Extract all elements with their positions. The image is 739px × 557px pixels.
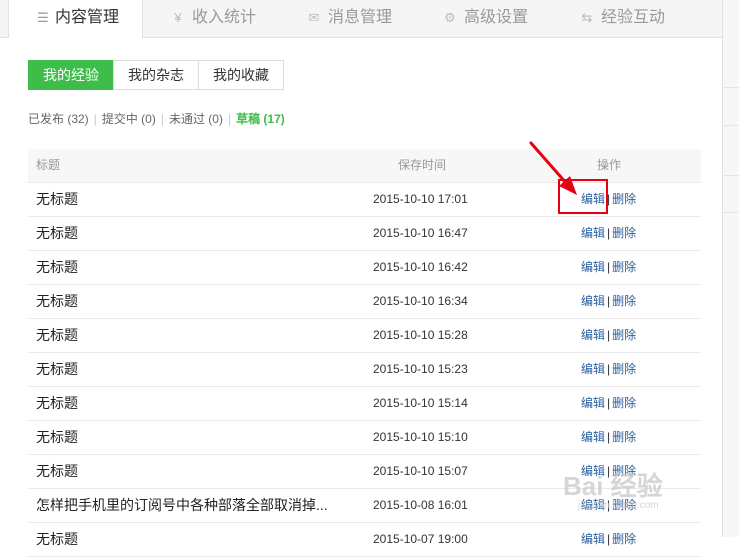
yen-icon: ¥ xyxy=(174,10,182,25)
edit-link[interactable]: 编辑 xyxy=(581,328,605,342)
header-title: 标题 xyxy=(36,158,61,172)
filter-published[interactable]: 已发布 (32) xyxy=(28,112,89,126)
row-save-time: 2015-10-07 19:00 xyxy=(373,532,468,546)
edit-link[interactable]: 编辑 xyxy=(581,294,605,308)
row-title: 无标题 xyxy=(36,395,78,411)
delete-link[interactable]: 删除 xyxy=(612,260,636,274)
tab-label: 收入统计 xyxy=(192,9,257,26)
delete-link[interactable]: 删除 xyxy=(612,532,636,546)
row-save-time: 2015-10-10 15:14 xyxy=(373,396,468,410)
row-save-time: 2015-10-10 15:23 xyxy=(373,362,468,376)
action-separator: | xyxy=(607,328,611,342)
delete-link[interactable]: 删除 xyxy=(612,192,636,206)
row-actions: 编辑 | 删除 xyxy=(581,251,636,284)
row-title: 无标题 xyxy=(36,259,78,275)
action-separator: | xyxy=(607,260,611,274)
tab-message-management[interactable]: ✉ 消息管理 xyxy=(306,0,392,37)
action-separator: | xyxy=(607,396,611,410)
action-separator: | xyxy=(607,532,611,546)
table-row: 无标题 2015-10-10 15:10 编辑 | 删除 xyxy=(28,421,701,455)
subtab-my-experience[interactable]: 我的经验 xyxy=(28,60,114,90)
row-title: 无标题 xyxy=(36,531,78,547)
row-title: 无标题 xyxy=(36,361,78,377)
row-actions: 编辑 | 删除 xyxy=(581,523,636,556)
row-save-time: 2015-10-10 15:10 xyxy=(373,430,468,444)
row-save-time: 2015-10-10 16:34 xyxy=(373,294,468,308)
table-header: 标题 保存时间 操作 xyxy=(28,149,701,183)
delete-link[interactable]: 删除 xyxy=(612,328,636,342)
subtab-my-favorites[interactable]: 我的收藏 xyxy=(198,60,284,90)
table-row: 无标题 2015-10-10 16:34 编辑 | 删除 xyxy=(28,285,701,319)
sub-tabs: 我的经验 我的杂志 我的收藏 xyxy=(28,60,284,90)
tab-label: 内容管理 xyxy=(55,9,120,26)
row-title: 无标题 xyxy=(36,293,78,309)
gear-icon: ⚙ xyxy=(444,10,456,25)
tab-advanced-settings[interactable]: ⚙ 高级设置 xyxy=(442,0,528,37)
filter-separator: | xyxy=(227,112,232,126)
filter-submitting[interactable]: 提交中 (0) xyxy=(102,112,156,126)
row-actions: 编辑 | 删除 xyxy=(581,217,636,250)
row-title: 无标题 xyxy=(36,225,78,241)
header-actions: 操作 xyxy=(597,158,622,172)
delete-link[interactable]: 删除 xyxy=(612,294,636,308)
row-title: 无标题 xyxy=(36,327,78,343)
row-save-time: 2015-10-10 16:47 xyxy=(373,226,468,240)
edit-link[interactable]: 编辑 xyxy=(581,396,605,410)
edit-link[interactable]: 编辑 xyxy=(581,532,605,546)
row-save-time: 2015-10-10 17:01 xyxy=(373,192,468,206)
table-row: 无标题 2015-10-10 16:42 编辑 | 删除 xyxy=(28,251,701,285)
tab-label: 经验互动 xyxy=(601,9,666,26)
tab-content-management[interactable]: ☰ 内容管理 xyxy=(8,0,143,38)
delete-link[interactable]: 删除 xyxy=(612,430,636,444)
exchange-icon: ⇆ xyxy=(581,10,593,25)
table-row: 无标题 2015-10-10 16:47 编辑 | 删除 xyxy=(28,217,701,251)
list-icon: ☰ xyxy=(37,10,49,25)
top-tab-bar: ☰ 内容管理 ¥ 收入统计 ✉ 消息管理 ⚙ 高级设置 ⇆ 经验互动 xyxy=(0,0,722,38)
edit-link[interactable]: 编辑 xyxy=(581,260,605,274)
edit-link[interactable]: 编辑 xyxy=(581,226,605,240)
status-filters: 已发布 (32) | 提交中 (0) | 未通过 (0) | 草稿 (17) xyxy=(28,110,285,127)
delete-link[interactable]: 删除 xyxy=(612,396,636,410)
tab-label: 消息管理 xyxy=(328,9,393,26)
row-title: 无标题 xyxy=(36,463,78,479)
action-separator: | xyxy=(607,294,611,308)
row-title: 怎样把手机里的订阅号中各种部落全部取消掉... xyxy=(36,497,328,513)
row-actions: 编辑 | 删除 xyxy=(581,387,636,420)
filter-rejected[interactable]: 未通过 (0) xyxy=(169,112,223,126)
edit-link[interactable]: 编辑 xyxy=(581,430,605,444)
tab-label: 高级设置 xyxy=(464,9,529,26)
envelope-icon: ✉ xyxy=(308,10,320,25)
action-separator: | xyxy=(607,362,611,376)
header-save-time: 保存时间 xyxy=(398,158,447,172)
tab-income-stats[interactable]: ¥ 收入统计 xyxy=(170,0,256,37)
subtab-my-magazine[interactable]: 我的杂志 xyxy=(113,60,199,90)
tab-experience-interaction[interactable]: ⇆ 经验互动 xyxy=(579,0,665,37)
row-save-time: 2015-10-10 15:07 xyxy=(373,464,468,478)
watermark-logo: Bai 经验 xyxy=(563,471,663,501)
row-save-time: 2015-10-08 16:01 xyxy=(373,498,468,512)
table-row: 无标题 2015-10-10 15:28 编辑 | 删除 xyxy=(28,319,701,353)
table-row: 无标题 2015-10-07 19:00 编辑 | 删除 xyxy=(28,523,701,557)
row-actions: 编辑 | 删除 xyxy=(581,421,636,454)
row-save-time: 2015-10-10 15:28 xyxy=(373,328,468,342)
filter-separator: | xyxy=(160,112,164,126)
row-title: 无标题 xyxy=(36,429,78,445)
delete-link[interactable]: 删除 xyxy=(612,362,636,376)
row-actions: 编辑 | 删除 xyxy=(581,319,636,352)
filter-drafts[interactable]: 草稿 (17) xyxy=(236,112,285,126)
row-actions: 编辑 | 删除 xyxy=(581,353,636,386)
action-separator: | xyxy=(607,226,611,240)
right-side-panel xyxy=(722,0,739,537)
filter-separator: | xyxy=(93,112,97,126)
row-actions: 编辑 | 删除 xyxy=(581,285,636,318)
table-row: 无标题 2015-10-10 15:23 编辑 | 删除 xyxy=(28,353,701,387)
action-separator: | xyxy=(607,430,611,444)
table-row: 无标题 2015-10-10 15:14 编辑 | 删除 xyxy=(28,387,701,421)
watermark-url: jingyan.baidu.com xyxy=(578,500,659,511)
annotation-arrow-icon xyxy=(529,141,577,195)
row-save-time: 2015-10-10 16:42 xyxy=(373,260,468,274)
delete-link[interactable]: 删除 xyxy=(612,226,636,240)
row-title: 无标题 xyxy=(36,191,78,207)
edit-link[interactable]: 编辑 xyxy=(581,362,605,376)
